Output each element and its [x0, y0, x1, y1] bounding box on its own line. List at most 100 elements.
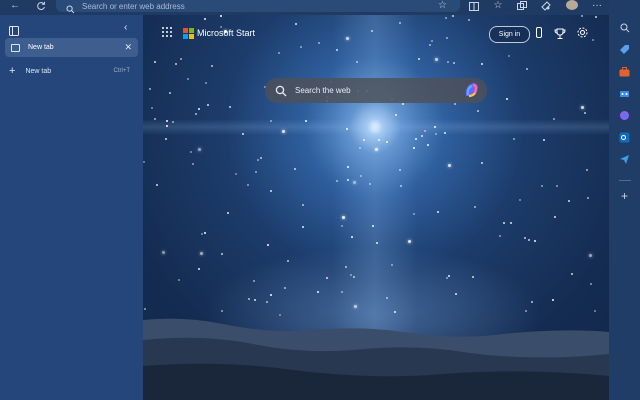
star: [284, 287, 286, 289]
star: [455, 293, 457, 295]
star: [528, 239, 530, 241]
star: [468, 19, 470, 21]
star: [305, 120, 307, 122]
tools-briefcase-icon[interactable]: [619, 66, 630, 77]
star: [386, 297, 388, 299]
star: [350, 274, 352, 276]
edge-sidebar: +: [609, 0, 640, 400]
search-icon[interactable]: [619, 22, 630, 33]
star: [192, 163, 194, 165]
star: [474, 206, 476, 208]
star: [198, 108, 200, 110]
star: [402, 103, 404, 105]
brand-title[interactable]: Microsoft Start: [197, 27, 255, 40]
star: [227, 212, 229, 214]
tab-new-tab[interactable]: New tab ✕: [5, 38, 138, 57]
star: [372, 225, 374, 227]
sidebar-divider: [619, 180, 631, 181]
star: [454, 103, 456, 105]
star: [534, 240, 536, 242]
star: [421, 135, 423, 137]
star: [342, 216, 345, 219]
games-icon[interactable]: [619, 88, 630, 99]
star: [180, 58, 182, 60]
star: [346, 128, 348, 130]
send-icon[interactable]: [619, 154, 630, 165]
star: [446, 277, 448, 279]
star: [162, 251, 165, 254]
star: [363, 139, 365, 141]
star: [408, 240, 411, 243]
star: [221, 253, 223, 255]
copilot-chat-icon[interactable]: [619, 110, 630, 121]
star: [445, 17, 447, 19]
star: [229, 106, 231, 108]
outlook-icon[interactable]: [619, 132, 630, 143]
close-icon[interactable]: ✕: [124, 42, 132, 52]
star: [437, 211, 439, 213]
collapse-chevron-icon[interactable]: ‹: [124, 22, 127, 34]
star: [201, 233, 203, 235]
star: [207, 104, 209, 106]
extensions-icon[interactable]: [540, 0, 552, 12]
shopping-tag-icon[interactable]: [619, 44, 630, 55]
copilot-icon[interactable]: [463, 81, 481, 104]
tab-label: New tab: [28, 44, 54, 51]
star: [481, 63, 483, 65]
star: [267, 244, 269, 246]
star: [447, 61, 449, 63]
star: [435, 133, 437, 135]
apps-grid-icon[interactable]: [162, 27, 173, 38]
settings-gear-icon[interactable]: [576, 26, 589, 39]
star: [156, 184, 158, 186]
star: [278, 52, 280, 54]
star: [302, 226, 304, 228]
star: [369, 183, 371, 185]
star: [446, 37, 448, 39]
star: [300, 46, 302, 48]
star: [149, 88, 151, 90]
star: [376, 242, 378, 244]
star: [524, 237, 526, 239]
star: [553, 118, 555, 120]
star: [255, 171, 257, 173]
star: [248, 298, 250, 300]
star: [554, 216, 556, 218]
star: [154, 118, 156, 120]
star: [356, 61, 358, 63]
star: [444, 132, 446, 134]
new-tab-button[interactable]: + New tab Ctrl+T: [5, 64, 138, 78]
star: [360, 175, 362, 177]
star: [371, 30, 373, 32]
rewards-trophy-icon[interactable]: [554, 27, 566, 39]
sign-in-button[interactable]: Sign in: [489, 26, 530, 43]
more-icon[interactable]: ···: [592, 0, 602, 12]
refresh-icon[interactable]: [34, 0, 48, 12]
star: [198, 268, 200, 270]
star: [359, 147, 361, 149]
address-bar[interactable]: Search or enter web address ☆: [56, 0, 460, 14]
add-icon[interactable]: +: [619, 189, 630, 203]
star: [253, 280, 255, 282]
star: [531, 301, 533, 303]
star: [375, 148, 378, 151]
web-search-box[interactable]: Search the web: [265, 78, 487, 103]
star: [413, 213, 415, 215]
collections-icon[interactable]: [516, 0, 528, 12]
star: [418, 58, 420, 60]
star: [347, 179, 349, 181]
back-icon[interactable]: ←: [8, 0, 22, 12]
profile-avatar[interactable]: [566, 0, 578, 10]
star: [413, 147, 415, 149]
favorites-icon[interactable]: ☆: [492, 0, 504, 12]
phone-icon[interactable]: [536, 27, 542, 38]
star: [282, 130, 285, 133]
split-screen-icon[interactable]: [468, 0, 480, 12]
star: [581, 15, 583, 17]
star: [452, 15, 454, 17]
star: [143, 161, 145, 163]
favorite-star-icon[interactable]: ☆: [438, 0, 447, 11]
browser-toolbar: ← Search or enter web address ☆ ☆ ···: [0, 0, 640, 15]
star: [513, 138, 515, 140]
star: [166, 120, 168, 122]
